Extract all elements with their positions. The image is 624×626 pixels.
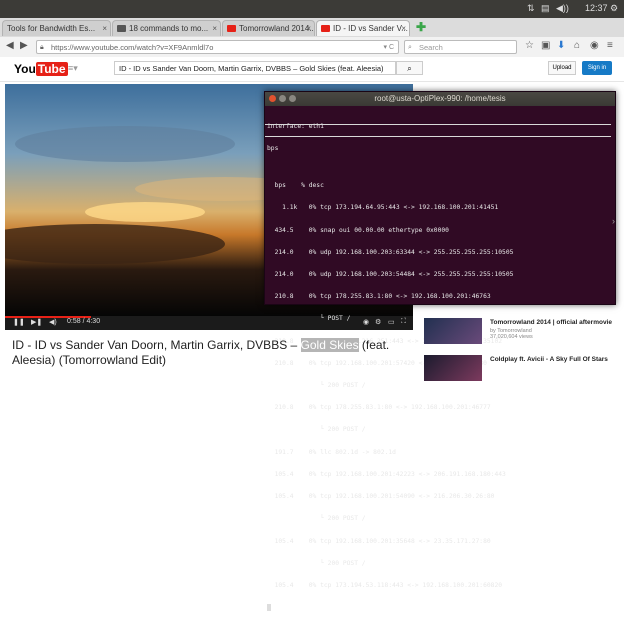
tab-label: Tools for Bandwidth Es... bbox=[7, 24, 96, 33]
back-icon[interactable]: ◀ bbox=[6, 40, 14, 51]
close-icon[interactable]: × bbox=[102, 21, 107, 36]
terminal-line: └ 200 POST / bbox=[267, 515, 366, 523]
lock-icon: 🔒︎ bbox=[40, 44, 44, 51]
tab-label: Tomorrowland 2014... bbox=[239, 24, 315, 33]
search-icon: ⌕ bbox=[407, 64, 412, 73]
recommendation-meta: by Tomorrowland 37,020,604 views bbox=[490, 328, 533, 340]
upload-button[interactable]: Upload bbox=[548, 61, 576, 75]
url-bar[interactable]: 🔒︎ https://www.youtube.com/watch?v=XF9An… bbox=[36, 40, 399, 54]
terminal-line: 434.5 0% snap oui 00.00.00 ethertype 0x0… bbox=[267, 226, 449, 234]
tab-id-vs-sander[interactable]: ID - ID vs Sander V... × bbox=[316, 20, 410, 36]
bookmark-star-icon[interactable]: ☆ bbox=[525, 40, 534, 51]
terminal-line: 105.4 0% tcp 192.168.100.201:42223 <-> 2… bbox=[267, 470, 506, 478]
tab-tomorrowland[interactable]: Tomorrowland 2014... × bbox=[222, 20, 315, 36]
pause-icon[interactable]: ❚❚ bbox=[13, 318, 25, 326]
terminal-line: 214.0 0% udp 192.168.100.203:54484 <-> 2… bbox=[267, 270, 514, 278]
video-time: 0:58 / 4:30 bbox=[67, 318, 101, 325]
search-query: ID - ID vs Sander Van Doorn, Martin Garr… bbox=[119, 64, 384, 73]
recommendation-title[interactable]: Tomorrowland 2014 | official aftermovie bbox=[490, 319, 620, 326]
terminal-line: └ 200 POST / bbox=[267, 559, 366, 567]
terminal-line: 210.8 0% tcp 178.255.83.1:80 <-> 192.168… bbox=[267, 293, 491, 301]
navigation-bar: ◀ ▶ 🔒︎ https://www.youtube.com/watch?v=X… bbox=[0, 37, 624, 58]
youtube-favicon-icon bbox=[227, 25, 236, 33]
terminal-line: 210.8 0% tcp 178.255.83.1:80 <-> 192.168… bbox=[267, 404, 491, 412]
recommendation-item[interactable]: Tomorrowland 2014 | official aftermovie … bbox=[424, 318, 620, 346]
terminal-window[interactable]: root@usta-OptiPlex-990: /home/tesis inte… bbox=[264, 91, 616, 612]
clock[interactable]: 12:37 bbox=[585, 3, 608, 13]
terminal-cursor bbox=[267, 604, 513, 612]
terminal-rule bbox=[265, 136, 611, 137]
search-input[interactable]: ⌕ Search bbox=[404, 40, 517, 54]
tab-label: ID - ID vs Sander V... bbox=[333, 24, 408, 33]
terminal-line: 105.4 0% tcp 173.194.53.118:443 <-> 192.… bbox=[267, 582, 503, 589]
browser-tab-strip: Tools for Bandwidth Es... × 18 commands … bbox=[0, 18, 624, 38]
volume-icon[interactable]: ◀)) bbox=[556, 3, 569, 14]
home-icon[interactable]: ⌂ bbox=[574, 40, 580, 51]
guide-menu-icon[interactable]: ≡▾ bbox=[68, 63, 78, 74]
terminal-line: 1.1k 0% tcp 173.194.64.95:443 <-> 192.16… bbox=[267, 204, 499, 212]
chevron-right-icon[interactable]: › bbox=[612, 216, 615, 226]
terminal-line: └ 200 POST / bbox=[267, 426, 366, 434]
new-tab-plus-icon[interactable]: ✚ bbox=[416, 20, 426, 34]
youtube-header: You Tube ≡▾ ID - ID vs Sander Van Doorn, … bbox=[0, 57, 624, 82]
minimize-window-icon[interactable] bbox=[279, 95, 286, 102]
youtube-search-button[interactable]: ⌕ bbox=[396, 61, 423, 75]
next-icon[interactable]: ▶❚ bbox=[31, 318, 42, 326]
download-icon[interactable]: ⬇ bbox=[557, 40, 565, 51]
terminal-line: bps bbox=[267, 145, 279, 153]
tab-label: 18 commands to mo... bbox=[129, 24, 209, 33]
video-title: ID - ID vs Sander Van Doorn, Martin Garr… bbox=[12, 338, 412, 368]
recommendation-title[interactable]: Coldplay ft. Avicii - A Sky Full Of Star… bbox=[490, 356, 620, 363]
volume-icon[interactable]: ◀) bbox=[49, 318, 57, 326]
sign-in-button[interactable]: Sign in bbox=[582, 61, 612, 75]
youtube-search-input[interactable]: ID - ID vs Sander Van Doorn, Martin Garr… bbox=[114, 61, 396, 75]
system-top-bar: ⇅ ▤ ◀)) 12:37 ⚙ bbox=[0, 0, 624, 18]
tab-18-commands[interactable]: 18 commands to mo... × bbox=[112, 20, 221, 36]
close-icon[interactable]: × bbox=[212, 21, 217, 36]
keyboard-icon[interactable]: ▤ bbox=[541, 3, 550, 14]
logo-tube: Tube bbox=[35, 62, 68, 76]
terminal-line: bps % desc bbox=[267, 182, 324, 190]
network-icon[interactable]: ⇅ bbox=[527, 3, 535, 14]
terminal-line: 214.0 0% udp 192.168.100.203:63344 <-> 2… bbox=[267, 248, 514, 256]
recommendation-views: 37,020,604 views bbox=[490, 334, 533, 340]
video-title-part: ID - ID vs Sander Van Doorn, Martin Garr… bbox=[12, 338, 301, 352]
terminal-line: └ 200 POST / bbox=[267, 382, 366, 390]
search-icon: ⌕ bbox=[408, 44, 412, 51]
maximize-window-icon[interactable] bbox=[289, 95, 296, 102]
close-window-icon[interactable] bbox=[269, 95, 276, 102]
youtube-logo[interactable]: You Tube bbox=[14, 62, 68, 76]
terminal-line: 191.7 0% llc 802.1d -> 802.1d bbox=[267, 448, 396, 456]
search-placeholder: Search bbox=[419, 43, 443, 52]
terminal-line: 105.4 0% tcp 192.168.100.201:54090 <-> 2… bbox=[267, 493, 495, 501]
url-text: https://www.youtube.com/watch?v=XF9Anmld… bbox=[51, 43, 214, 52]
terminal-title: root@usta-OptiPlex-990: /home/tesis bbox=[374, 94, 506, 103]
terminal-line: 105.4 0% tcp 192.168.100.201:35648 <-> 2… bbox=[267, 537, 491, 545]
terminal-titlebar[interactable]: root@usta-OptiPlex-990: /home/tesis bbox=[265, 92, 615, 106]
bookmarks-list-icon[interactable]: ▣ bbox=[541, 40, 550, 51]
forward-icon[interactable]: ▶ bbox=[20, 40, 28, 51]
close-icon[interactable]: × bbox=[401, 21, 406, 36]
terminal-rule bbox=[265, 124, 611, 125]
site-favicon-icon bbox=[117, 25, 126, 33]
youtube-favicon-icon bbox=[321, 25, 330, 33]
close-icon[interactable]: × bbox=[306, 21, 311, 36]
recommendation-item[interactable]: Coldplay ft. Avicii - A Sky Full Of Star… bbox=[424, 355, 620, 383]
addon-icon[interactable]: ◉ bbox=[590, 40, 599, 51]
video-thumbnail[interactable] bbox=[424, 355, 482, 381]
menu-icon[interactable]: ≡ bbox=[607, 40, 613, 51]
video-thumbnail[interactable] bbox=[424, 318, 482, 344]
reload-icon[interactable]: ▾ C bbox=[383, 41, 394, 55]
logo-you: You bbox=[14, 62, 36, 76]
video-title-highlight: Gold Skies bbox=[300, 338, 359, 352]
tab-bandwidth-tools[interactable]: Tools for Bandwidth Es... × bbox=[2, 20, 111, 36]
recommendations-list: Tomorrowland 2014 | official aftermovie … bbox=[424, 315, 620, 381]
gear-icon[interactable]: ⚙ bbox=[610, 3, 618, 14]
